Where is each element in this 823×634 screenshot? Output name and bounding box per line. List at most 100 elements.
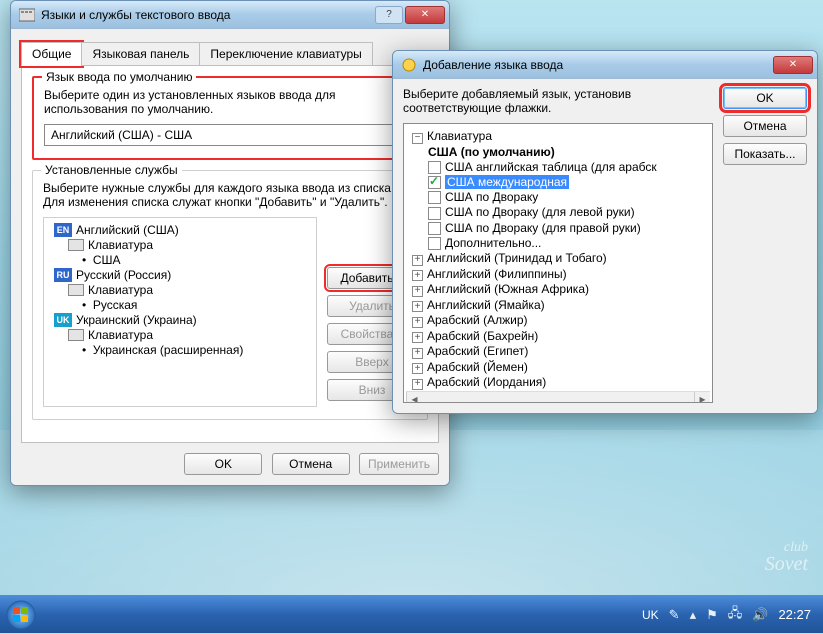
- show-button[interactable]: Показать...: [723, 143, 807, 165]
- keyboard-label: Клавиатура: [88, 238, 153, 252]
- checkbox-label: Дополнительно...: [445, 236, 541, 250]
- taskbar-clock[interactable]: 22:27: [778, 607, 811, 622]
- checkbox[interactable]: [428, 237, 441, 250]
- start-button[interactable]: [0, 596, 42, 634]
- checkbox[interactable]: [428, 191, 441, 204]
- checkbox-label: США международная: [445, 175, 569, 189]
- tab-language-bar[interactable]: Языковая панель: [81, 42, 200, 66]
- titlebar[interactable]: Добавление языка ввода ✕: [393, 51, 817, 79]
- checkbox[interactable]: [428, 222, 441, 235]
- layout-checkbox-item[interactable]: США по Двораку (для левой руки): [428, 205, 710, 219]
- language-label: Арабский (Йемен): [427, 360, 528, 374]
- help-button[interactable]: ?: [375, 6, 403, 24]
- scroll-left-icon[interactable]: ◂: [406, 392, 422, 403]
- tray-pen-icon[interactable]: ✎: [669, 607, 680, 623]
- layout-item[interactable]: • Русская: [82, 298, 312, 312]
- expand-icon[interactable]: +: [412, 255, 423, 266]
- cancel-button[interactable]: Отмена: [272, 453, 350, 475]
- scroll-right-icon[interactable]: ▸: [694, 392, 710, 403]
- language-node[interactable]: ENАнглийский (США)Клавиатура• США: [54, 223, 312, 267]
- taskbar[interactable]: UK ✎ ▴ ⚑ 🖧 🔊 22:27: [0, 595, 823, 633]
- keyboard-label: Клавиатура: [88, 328, 153, 342]
- apply-button[interactable]: Применить: [359, 453, 439, 475]
- language-tree[interactable]: −Клавиатура США (по умолчанию)США английс…: [403, 123, 713, 403]
- layout-item[interactable]: • Украинская (расширенная): [82, 343, 312, 357]
- tray-chevron-icon[interactable]: ▴: [690, 607, 697, 623]
- language-node[interactable]: RUРусский (Россия)Клавиатура• Русская: [54, 268, 312, 312]
- layout-checkbox-item[interactable]: США по Двораку: [428, 190, 710, 204]
- language-badge: UK: [54, 313, 72, 327]
- layout-checkbox-item[interactable]: США международная: [428, 175, 710, 189]
- language-label: Арабский (Египет): [427, 344, 528, 358]
- expand-icon[interactable]: +: [412, 332, 423, 343]
- language-node[interactable]: + Английский (Южная Африка): [412, 282, 710, 297]
- group-legend: Язык ввода по умолчанию: [42, 70, 196, 84]
- keyboard-icon: [68, 284, 84, 296]
- add-language-dialog: Добавление языка ввода ✕ Выберите добавл…: [392, 50, 818, 414]
- checkbox-label: США по Двораку (для левой руки): [445, 205, 635, 219]
- language-node[interactable]: + Арабский (Йемен): [412, 360, 710, 375]
- expand-icon[interactable]: +: [412, 301, 423, 312]
- tray-flag-icon[interactable]: ⚑: [706, 607, 718, 623]
- language-label: Арабский (Иордания): [427, 375, 546, 389]
- tab-general[interactable]: Общие: [21, 42, 82, 66]
- close-button[interactable]: ✕: [405, 6, 445, 24]
- language-label: Английский (Филиппины): [427, 267, 567, 281]
- close-button[interactable]: ✕: [773, 56, 813, 74]
- layout-item[interactable]: • США: [82, 253, 312, 267]
- expand-icon[interactable]: +: [412, 363, 423, 374]
- keyboard-label: Клавиатура: [88, 283, 153, 297]
- language-label: Английский (Ямайка): [427, 298, 545, 312]
- dialog-buttons: OK Отмена Применить: [21, 443, 439, 475]
- language-node[interactable]: + Арабский (Иордания): [412, 375, 710, 390]
- keyboard-icon: [68, 329, 84, 341]
- expand-icon[interactable]: +: [412, 348, 423, 359]
- group-desc: Выберите нужные службы для каждого языка…: [43, 181, 417, 209]
- language-node[interactable]: UKУкраинский (Украина)Клавиатура• Украин…: [54, 313, 312, 357]
- ok-button[interactable]: OK: [184, 453, 262, 475]
- language-badge: RU: [54, 268, 72, 282]
- checkbox-label: США английская таблица (для арабск: [445, 160, 657, 174]
- language-label: Арабский (Бахрейн): [427, 329, 538, 343]
- default-language-group: Язык ввода по умолчанию Выберите один из…: [32, 76, 428, 160]
- language-node[interactable]: + Арабский (Египет): [412, 344, 710, 359]
- titlebar[interactable]: Языки и службы текстового ввода ? ✕: [11, 1, 449, 29]
- layout-checkbox-item[interactable]: Дополнительно...: [428, 236, 710, 250]
- cancel-button[interactable]: Отмена: [723, 115, 807, 137]
- keyboard-icon: [68, 239, 84, 251]
- default-language-combo[interactable]: Английский (США) - США ▾: [44, 124, 416, 146]
- expand-icon[interactable]: +: [412, 286, 423, 297]
- checkbox-label: США по Двораку: [445, 190, 538, 204]
- installed-services-tree[interactable]: ENАнглийский (США)Клавиатура• СШАRUРусск…: [43, 217, 317, 407]
- tray-volume-icon[interactable]: 🔊: [752, 607, 768, 623]
- checkbox[interactable]: [428, 207, 441, 220]
- language-node[interactable]: + Арабский (Бахрейн): [412, 329, 710, 344]
- checkbox[interactable]: [428, 161, 441, 174]
- tabs: Общие Языковая панель Переключение клави…: [21, 41, 439, 66]
- layout-checkbox-item[interactable]: США английская таблица (для арабск: [428, 160, 710, 174]
- group-desc: Выберите один из установленных языков вв…: [44, 88, 416, 116]
- checkbox-label: США по Двораку (для правой руки): [445, 221, 641, 235]
- expand-icon[interactable]: +: [412, 379, 423, 390]
- language-label: Английский (США): [76, 223, 179, 237]
- default-layout-node[interactable]: США (по умолчанию): [428, 145, 555, 159]
- expand-icon[interactable]: +: [412, 270, 423, 281]
- tab-key-switch[interactable]: Переключение клавиатуры: [199, 42, 372, 66]
- languages-dialog: Языки и службы текстового ввода ? ✕ Общи…: [10, 0, 450, 486]
- language-node[interactable]: +Английский (Тринидад и Тобаго): [412, 251, 710, 266]
- language-label: Английский (Южная Африка): [427, 282, 589, 296]
- layout-checkbox-item[interactable]: США по Двораку (для правой руки): [428, 221, 710, 235]
- expand-icon[interactable]: +: [412, 317, 423, 328]
- language-indicator[interactable]: UK: [642, 608, 659, 622]
- horizontal-scrollbar[interactable]: ◂ ▸: [406, 391, 710, 403]
- collapse-icon[interactable]: −: [412, 133, 423, 144]
- ok-button[interactable]: OK: [723, 87, 807, 109]
- language-node[interactable]: + Английский (Ямайка): [412, 298, 710, 313]
- tree-node[interactable]: Клавиатура: [427, 129, 492, 143]
- tray-network-icon[interactable]: 🖧: [728, 604, 743, 626]
- language-label: Арабский (Алжир): [427, 313, 527, 327]
- checkbox[interactable]: [428, 176, 441, 189]
- window-title: Языки и службы текстового ввода: [41, 8, 375, 22]
- language-node[interactable]: + Арабский (Алжир): [412, 313, 710, 328]
- language-node[interactable]: + Английский (Филиппины): [412, 267, 710, 282]
